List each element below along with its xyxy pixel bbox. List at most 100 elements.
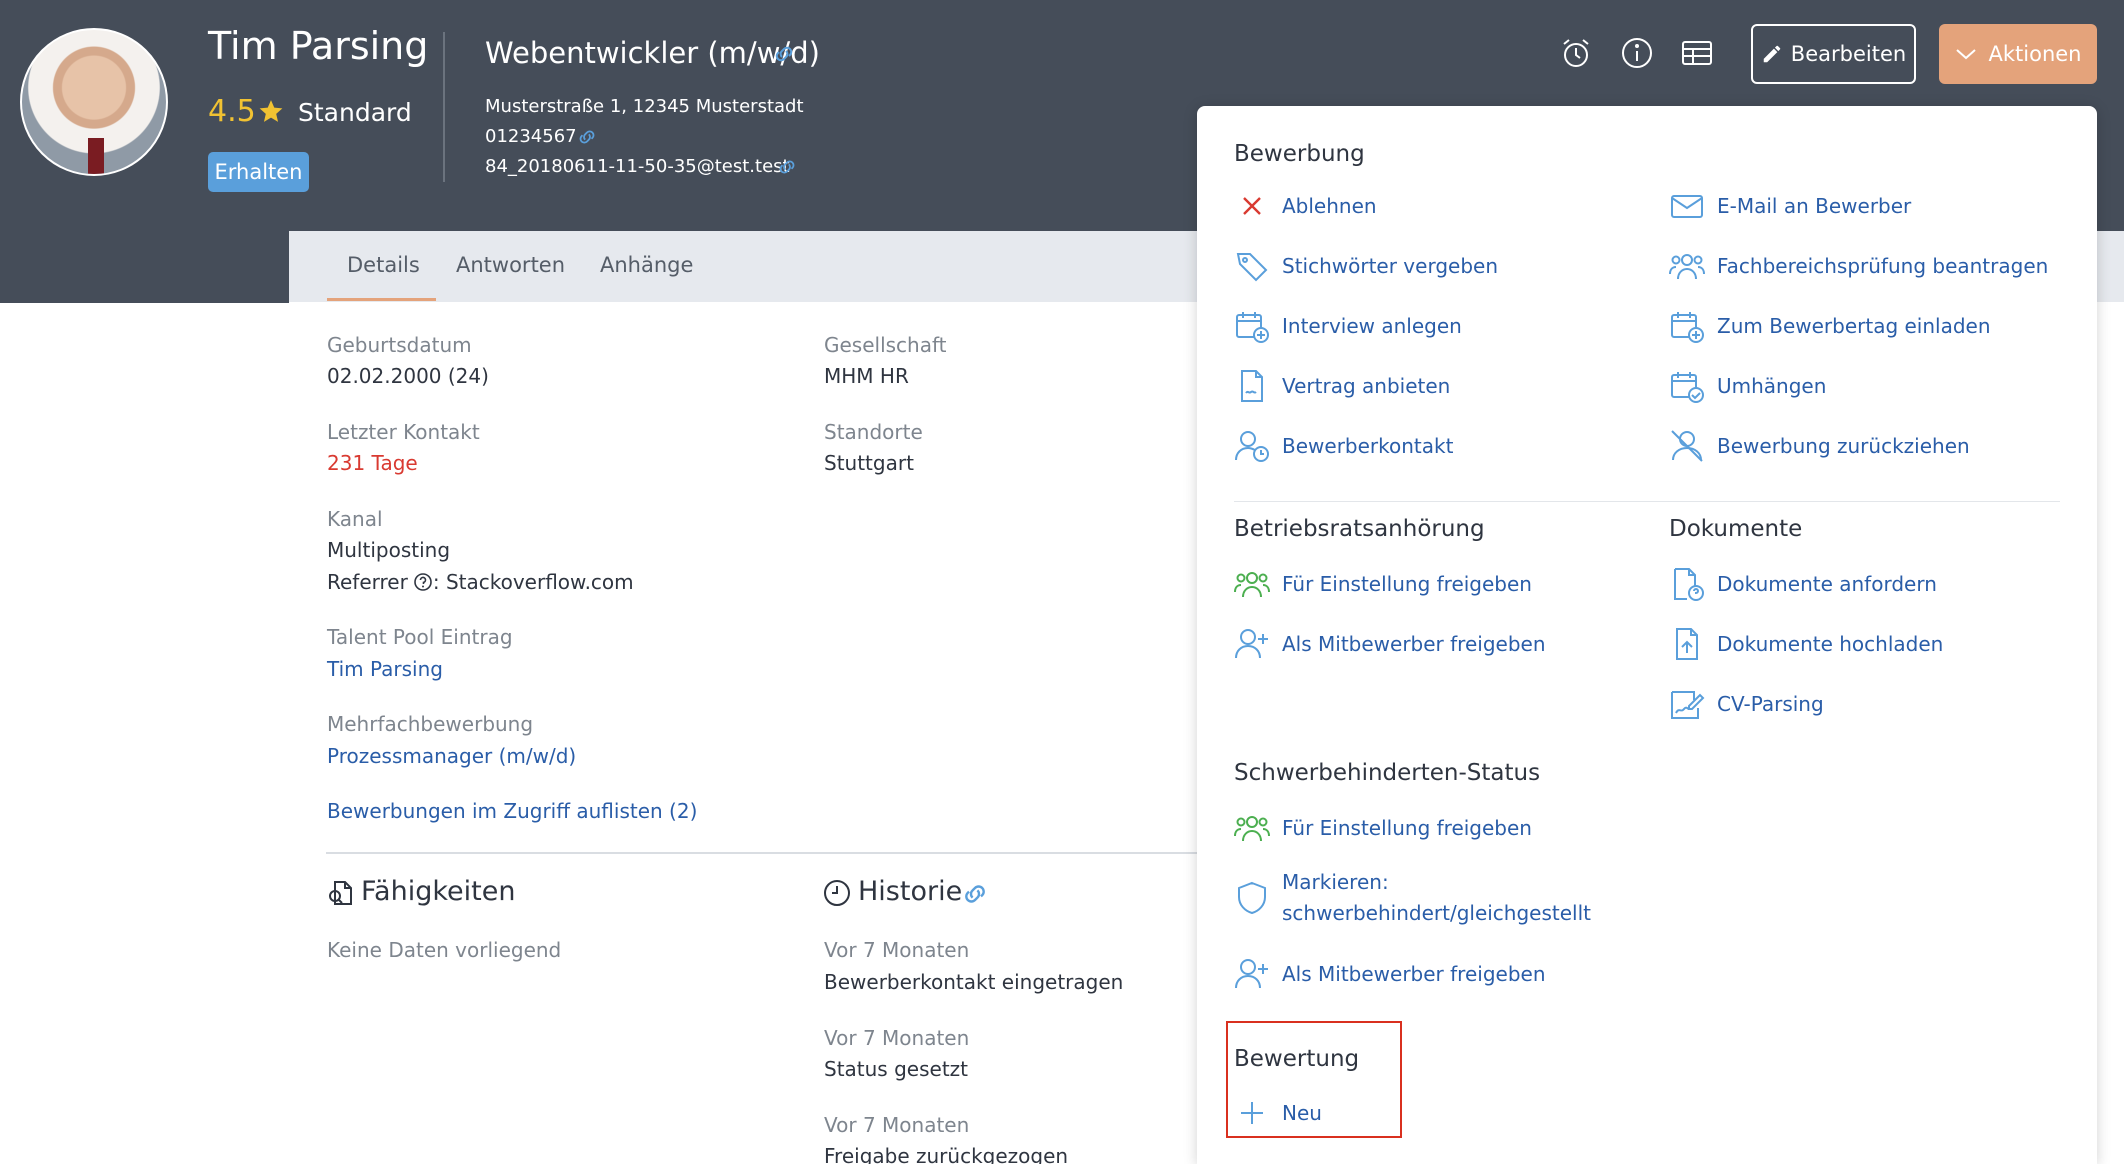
calendar-plus-icon — [1236, 312, 1269, 343]
history-time: Vor 7 Monaten — [824, 938, 970, 962]
menu-heading-bewerbung: Bewerbung — [1234, 141, 1365, 167]
active-tab-indicator — [327, 298, 436, 301]
multi-application-label: Mehrfachbewerbung — [327, 712, 534, 736]
calendar-plus-icon — [1671, 312, 1704, 343]
edit-button-label: Bearbeiten — [1790, 42, 1907, 66]
info-icon[interactable] — [1620, 36, 1654, 70]
actions-button[interactable]: Aktionen — [1939, 24, 2097, 84]
menu-item-label: CV-Parsing — [1717, 692, 1824, 716]
menu-item-cv-parsing[interactable]: CV-Parsing — [1669, 684, 1824, 724]
menu-item-label: Als Mitbewerber freigeben — [1282, 632, 1546, 656]
skills-title: Fähigkeiten — [361, 876, 516, 907]
table-icon[interactable] — [1680, 36, 1714, 70]
company-value: MHM HR — [824, 364, 909, 388]
cv-parsing-icon — [1671, 691, 1705, 719]
candidate-name: Tim Parsing — [208, 24, 429, 68]
menu-item-label: Ablehnen — [1282, 194, 1377, 218]
rating-value: 4.5 — [208, 94, 256, 129]
last-contact-label: Letzter Kontakt — [327, 420, 480, 444]
pencil-icon — [1763, 45, 1781, 63]
menu-item-label: Bewerberkontakt — [1282, 434, 1454, 458]
menu-item-candidate-contact[interactable]: Bewerberkontakt — [1234, 426, 1453, 466]
menu-item-upload-documents[interactable]: Dokumente hochladen — [1669, 624, 1943, 664]
link-icon[interactable] — [576, 128, 598, 146]
document-upload-icon — [1676, 628, 1698, 660]
company-label: Gesellschaft — [824, 333, 947, 357]
menu-item-withdraw[interactable]: Bewerbung zurückziehen — [1669, 426, 1970, 466]
locations-value: Stuttgart — [824, 451, 914, 475]
menu-item-reassign[interactable]: Umhängen — [1669, 366, 1826, 406]
menu-item-wc-hire-release[interactable]: Für Einstellung freigeben — [1234, 564, 1532, 604]
tab-details[interactable]: Details — [347, 253, 420, 277]
user-clock-icon — [1235, 431, 1269, 462]
link-icon[interactable] — [958, 882, 992, 906]
tab-attachments[interactable]: Anhänge — [600, 253, 693, 277]
history-time: Vor 7 Monaten — [824, 1113, 970, 1137]
clock-icon — [824, 880, 850, 906]
menu-item-reject[interactable]: Ablehnen — [1234, 186, 1377, 226]
skills-icon — [329, 881, 352, 905]
menu-item-department-review[interactable]: Fachbereichsprüfung beantragen — [1669, 246, 2048, 286]
contract-icon — [1241, 370, 1263, 402]
list-applications-link[interactable]: Bewerbungen im Zugriff auflisten (2) — [327, 799, 697, 823]
menu-item-label: Fachbereichsprüfung beantragen — [1717, 254, 2049, 278]
menu-item-mark-disabled[interactable]: Markieren: schwerbehindert/gleichgestell… — [1234, 866, 1634, 930]
menu-item-tags[interactable]: Stichwörter vergeben — [1234, 246, 1498, 286]
highlight-box — [1226, 1021, 1402, 1138]
history-text: Status gesetzt — [824, 1057, 968, 1081]
menu-item-request-documents[interactable]: Dokumente anfordern — [1669, 564, 1937, 604]
referrer-row: Referrer : Stackoverflow.com — [327, 570, 634, 594]
tab-answers[interactable]: Antworten — [456, 253, 565, 277]
chevron-down-icon — [1955, 49, 1976, 60]
menu-item-applicant-day[interactable]: Zum Bewerbertag einladen — [1669, 306, 1991, 346]
edit-button[interactable]: Bearbeiten — [1751, 24, 1916, 84]
menu-item-label: Markieren: schwerbehindert/gleichgestell… — [1282, 870, 1591, 925]
channel-value: Multiposting — [327, 538, 451, 562]
calendar-check-icon — [1671, 372, 1704, 403]
shield-icon — [1238, 881, 1266, 915]
link-icon[interactable] — [772, 44, 796, 64]
talentpool-label: Talent Pool Eintrag — [327, 625, 513, 649]
document-question-icon — [1674, 568, 1704, 601]
birthdate-value: 02.02.2000 (24) — [327, 364, 489, 388]
rating-level: Standard — [298, 98, 412, 127]
menu-item-sb-co-applicant[interactable]: Als Mitbewerber freigeben — [1234, 954, 1546, 994]
menu-item-label: Bewerbung zurückziehen — [1717, 434, 1970, 458]
menu-item-label: E-Mail an Bewerber — [1717, 194, 1912, 218]
header-divider — [443, 32, 445, 182]
menu-item-label: Als Mitbewerber freigeben — [1282, 962, 1546, 986]
referrer-label: Referrer — [327, 570, 408, 594]
menu-item-interview[interactable]: Interview anlegen — [1234, 306, 1462, 346]
menu-item-contract[interactable]: Vertrag anbieten — [1234, 366, 1450, 406]
star-icon — [259, 100, 283, 122]
history-title: Historie — [858, 876, 963, 907]
multi-application-link[interactable]: Prozessmanager (m/w/d) — [327, 744, 576, 768]
history-text: Bewerberkontakt eingetragen — [824, 970, 1124, 994]
phone: 01234567 — [485, 126, 577, 147]
menu-heading-disability-status: Schwerbehinderten-Status — [1234, 760, 1541, 786]
alarm-clock-icon[interactable] — [1559, 36, 1593, 70]
birthdate-label: Geburtsdatum — [327, 333, 472, 357]
talentpool-link[interactable]: Tim Parsing — [327, 657, 443, 681]
help-icon[interactable] — [413, 572, 433, 592]
menu-heading-documents: Dokumente — [1669, 516, 1803, 542]
menu-item-label: Dokumente hochladen — [1717, 632, 1944, 656]
status-badge: Erhalten — [208, 152, 309, 192]
user-plus-icon — [1235, 629, 1268, 659]
locations-label: Standorte — [824, 420, 923, 444]
last-contact-value: 231 Tage — [327, 451, 418, 475]
tag-icon — [1236, 253, 1268, 282]
menu-item-label: Umhängen — [1717, 374, 1827, 398]
job-title[interactable]: Webentwickler (m/w/d) — [485, 36, 820, 70]
users-icon — [1669, 254, 1705, 280]
menu-item-email[interactable]: E-Mail an Bewerber — [1669, 186, 1911, 226]
menu-item-sb-hire-release[interactable]: Für Einstellung freigeben — [1234, 808, 1532, 848]
link-icon[interactable] — [776, 158, 798, 176]
menu-item-label: Für Einstellung freigeben — [1282, 816, 1532, 840]
menu-heading-works-council: Betriebsratsanhörung — [1234, 516, 1485, 542]
skills-empty: Keine Daten vorliegend — [327, 938, 562, 962]
close-icon — [1243, 197, 1261, 215]
menu-item-wc-co-applicant[interactable]: Als Mitbewerber freigeben — [1234, 624, 1546, 664]
history-time: Vor 7 Monaten — [824, 1026, 970, 1050]
menu-item-label: Interview anlegen — [1282, 314, 1462, 338]
